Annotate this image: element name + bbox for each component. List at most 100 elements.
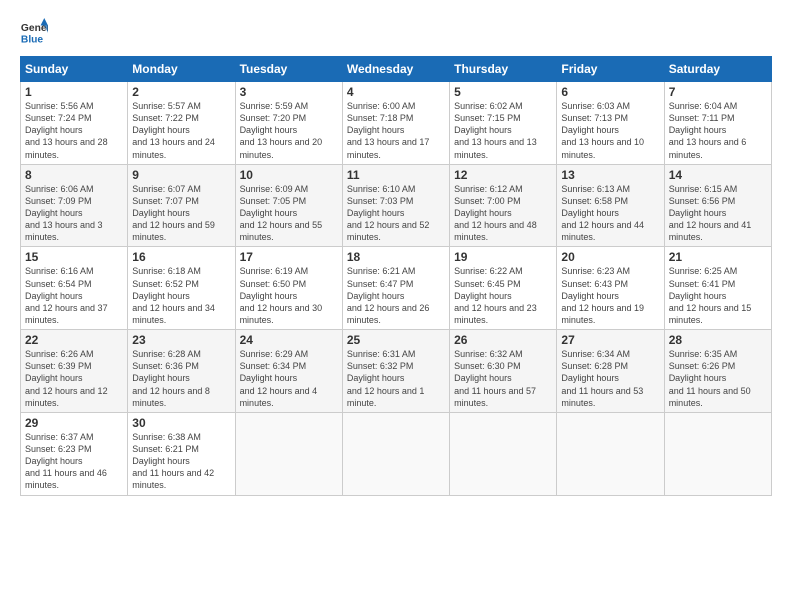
day-info: Sunrise: 5:57 AMSunset: 7:22 PMDaylight … (132, 100, 230, 161)
day-number: 10 (240, 168, 338, 182)
day-info: Sunrise: 6:25 AMSunset: 6:41 PMDaylight … (669, 265, 767, 326)
day-info: Sunrise: 6:07 AMSunset: 7:07 PMDaylight … (132, 183, 230, 244)
day-number: 4 (347, 85, 445, 99)
day-info: Sunrise: 6:02 AMSunset: 7:15 PMDaylight … (454, 100, 552, 161)
calendar-header-wednesday: Wednesday (342, 57, 449, 82)
day-number: 3 (240, 85, 338, 99)
calendar-header-monday: Monday (128, 57, 235, 82)
day-info: Sunrise: 6:29 AMSunset: 6:34 PMDaylight … (240, 348, 338, 409)
day-number: 28 (669, 333, 767, 347)
calendar-cell: 24Sunrise: 6:29 AMSunset: 6:34 PMDayligh… (235, 330, 342, 413)
day-info: Sunrise: 6:09 AMSunset: 7:05 PMDaylight … (240, 183, 338, 244)
calendar-cell: 2Sunrise: 5:57 AMSunset: 7:22 PMDaylight… (128, 82, 235, 165)
calendar-cell: 27Sunrise: 6:34 AMSunset: 6:28 PMDayligh… (557, 330, 664, 413)
calendar-cell: 5Sunrise: 6:02 AMSunset: 7:15 PMDaylight… (450, 82, 557, 165)
day-number: 22 (25, 333, 123, 347)
calendar-cell: 17Sunrise: 6:19 AMSunset: 6:50 PMDayligh… (235, 247, 342, 330)
calendar-cell: 18Sunrise: 6:21 AMSunset: 6:47 PMDayligh… (342, 247, 449, 330)
day-info: Sunrise: 5:56 AMSunset: 7:24 PMDaylight … (25, 100, 123, 161)
day-number: 20 (561, 250, 659, 264)
day-info: Sunrise: 6:21 AMSunset: 6:47 PMDaylight … (347, 265, 445, 326)
calendar-cell: 19Sunrise: 6:22 AMSunset: 6:45 PMDayligh… (450, 247, 557, 330)
calendar-cell: 26Sunrise: 6:32 AMSunset: 6:30 PMDayligh… (450, 330, 557, 413)
day-number: 12 (454, 168, 552, 182)
calendar-header-sunday: Sunday (21, 57, 128, 82)
calendar-cell: 15Sunrise: 6:16 AMSunset: 6:54 PMDayligh… (21, 247, 128, 330)
day-number: 9 (132, 168, 230, 182)
calendar-cell: 21Sunrise: 6:25 AMSunset: 6:41 PMDayligh… (664, 247, 771, 330)
day-info: Sunrise: 6:03 AMSunset: 7:13 PMDaylight … (561, 100, 659, 161)
day-info: Sunrise: 6:00 AMSunset: 7:18 PMDaylight … (347, 100, 445, 161)
calendar-cell (557, 412, 664, 495)
day-info: Sunrise: 6:22 AMSunset: 6:45 PMDaylight … (454, 265, 552, 326)
calendar-cell: 11Sunrise: 6:10 AMSunset: 7:03 PMDayligh… (342, 164, 449, 247)
day-number: 29 (25, 416, 123, 430)
day-number: 27 (561, 333, 659, 347)
day-number: 18 (347, 250, 445, 264)
day-number: 25 (347, 333, 445, 347)
day-info: Sunrise: 6:34 AMSunset: 6:28 PMDaylight … (561, 348, 659, 409)
day-number: 16 (132, 250, 230, 264)
calendar-cell: 10Sunrise: 6:09 AMSunset: 7:05 PMDayligh… (235, 164, 342, 247)
calendar-header-saturday: Saturday (664, 57, 771, 82)
calendar-header-tuesday: Tuesday (235, 57, 342, 82)
calendar-cell: 4Sunrise: 6:00 AMSunset: 7:18 PMDaylight… (342, 82, 449, 165)
day-number: 6 (561, 85, 659, 99)
day-number: 7 (669, 85, 767, 99)
day-number: 8 (25, 168, 123, 182)
header: General Blue (20, 18, 772, 46)
day-info: Sunrise: 6:31 AMSunset: 6:32 PMDaylight … (347, 348, 445, 409)
day-info: Sunrise: 6:18 AMSunset: 6:52 PMDaylight … (132, 265, 230, 326)
calendar-cell: 22Sunrise: 6:26 AMSunset: 6:39 PMDayligh… (21, 330, 128, 413)
calendar-cell (450, 412, 557, 495)
calendar-cell: 23Sunrise: 6:28 AMSunset: 6:36 PMDayligh… (128, 330, 235, 413)
day-info: Sunrise: 6:16 AMSunset: 6:54 PMDaylight … (25, 265, 123, 326)
calendar-week-row: 8Sunrise: 6:06 AMSunset: 7:09 PMDaylight… (21, 164, 772, 247)
day-number: 19 (454, 250, 552, 264)
day-info: Sunrise: 5:59 AMSunset: 7:20 PMDaylight … (240, 100, 338, 161)
calendar-cell: 28Sunrise: 6:35 AMSunset: 6:26 PMDayligh… (664, 330, 771, 413)
calendar-cell: 7Sunrise: 6:04 AMSunset: 7:11 PMDaylight… (664, 82, 771, 165)
calendar-header-row: SundayMondayTuesdayWednesdayThursdayFrid… (21, 57, 772, 82)
calendar-cell: 12Sunrise: 6:12 AMSunset: 7:00 PMDayligh… (450, 164, 557, 247)
day-number: 13 (561, 168, 659, 182)
day-info: Sunrise: 6:26 AMSunset: 6:39 PMDaylight … (25, 348, 123, 409)
svg-text:Blue: Blue (21, 34, 44, 45)
day-number: 11 (347, 168, 445, 182)
day-info: Sunrise: 6:37 AMSunset: 6:23 PMDaylight … (25, 431, 123, 492)
calendar-cell (664, 412, 771, 495)
day-info: Sunrise: 6:23 AMSunset: 6:43 PMDaylight … (561, 265, 659, 326)
day-info: Sunrise: 6:13 AMSunset: 6:58 PMDaylight … (561, 183, 659, 244)
calendar-cell: 29Sunrise: 6:37 AMSunset: 6:23 PMDayligh… (21, 412, 128, 495)
day-info: Sunrise: 6:15 AMSunset: 6:56 PMDaylight … (669, 183, 767, 244)
calendar-cell: 6Sunrise: 6:03 AMSunset: 7:13 PMDaylight… (557, 82, 664, 165)
calendar-week-row: 29Sunrise: 6:37 AMSunset: 6:23 PMDayligh… (21, 412, 772, 495)
day-info: Sunrise: 6:06 AMSunset: 7:09 PMDaylight … (25, 183, 123, 244)
calendar-week-row: 15Sunrise: 6:16 AMSunset: 6:54 PMDayligh… (21, 247, 772, 330)
day-info: Sunrise: 6:12 AMSunset: 7:00 PMDaylight … (454, 183, 552, 244)
day-number: 2 (132, 85, 230, 99)
page: General Blue SundayMondayTuesdayWednesda… (0, 0, 792, 612)
day-info: Sunrise: 6:04 AMSunset: 7:11 PMDaylight … (669, 100, 767, 161)
calendar-table: SundayMondayTuesdayWednesdayThursdayFrid… (20, 56, 772, 496)
calendar-cell: 8Sunrise: 6:06 AMSunset: 7:09 PMDaylight… (21, 164, 128, 247)
calendar-week-row: 22Sunrise: 6:26 AMSunset: 6:39 PMDayligh… (21, 330, 772, 413)
calendar-cell: 20Sunrise: 6:23 AMSunset: 6:43 PMDayligh… (557, 247, 664, 330)
day-number: 14 (669, 168, 767, 182)
day-number: 30 (132, 416, 230, 430)
logo-icon: General Blue (20, 18, 48, 46)
calendar-cell: 30Sunrise: 6:38 AMSunset: 6:21 PMDayligh… (128, 412, 235, 495)
calendar-cell (342, 412, 449, 495)
day-info: Sunrise: 6:35 AMSunset: 6:26 PMDaylight … (669, 348, 767, 409)
day-number: 17 (240, 250, 338, 264)
day-number: 1 (25, 85, 123, 99)
calendar-header-friday: Friday (557, 57, 664, 82)
day-info: Sunrise: 6:32 AMSunset: 6:30 PMDaylight … (454, 348, 552, 409)
day-number: 5 (454, 85, 552, 99)
calendar-cell: 9Sunrise: 6:07 AMSunset: 7:07 PMDaylight… (128, 164, 235, 247)
calendar-cell: 3Sunrise: 5:59 AMSunset: 7:20 PMDaylight… (235, 82, 342, 165)
day-number: 15 (25, 250, 123, 264)
day-number: 23 (132, 333, 230, 347)
day-number: 21 (669, 250, 767, 264)
day-info: Sunrise: 6:28 AMSunset: 6:36 PMDaylight … (132, 348, 230, 409)
